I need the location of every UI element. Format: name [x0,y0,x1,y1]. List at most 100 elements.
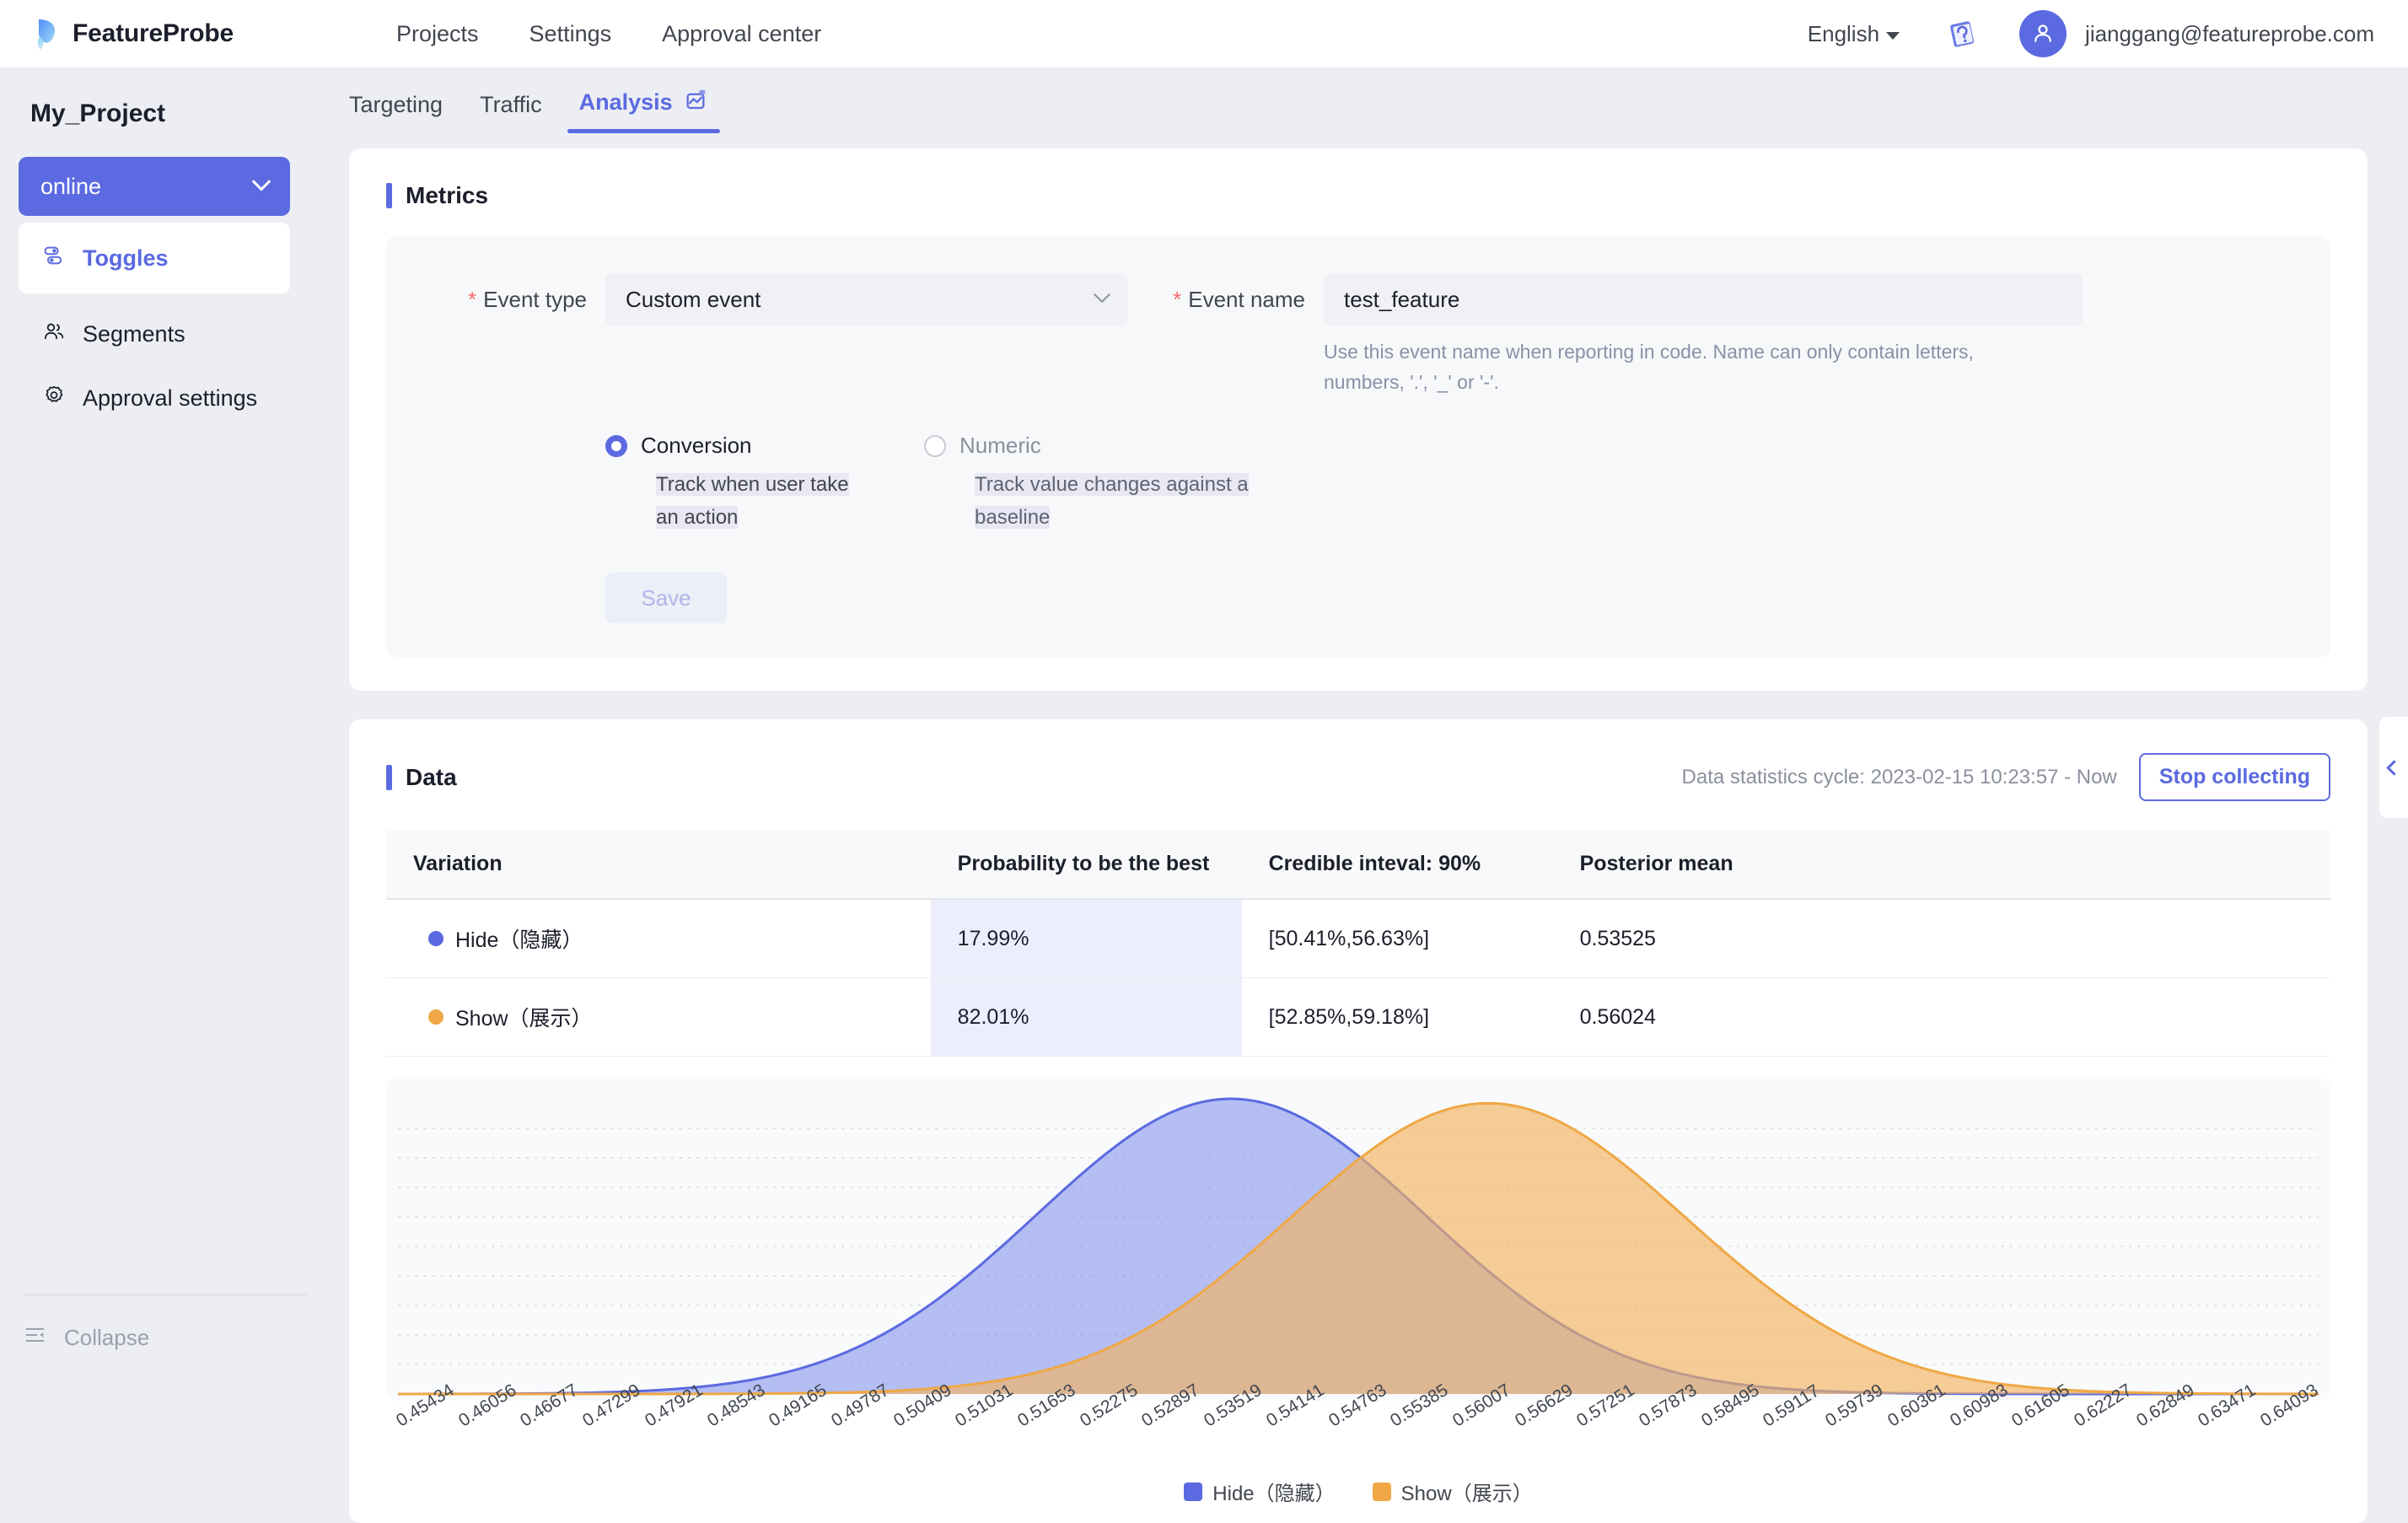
tab-label: Targeting [349,92,443,117]
nav-right-cluster: English jianggang@featureprobe.com [1808,10,2374,57]
featureprobe-logo-icon [30,14,69,53]
cell-variation: Show（展示） [386,977,931,1057]
brand-name: FeatureProbe [73,19,234,47]
cell-posterior-mean: 0.56024 [1552,977,2330,1057]
tab-analysis[interactable]: Analysis [561,87,727,133]
gear-icon [42,384,66,413]
collapse-label: Collapse [64,1324,150,1350]
sidebar-footer: Collapse [0,1294,331,1380]
nav-link-projects[interactable]: Projects [396,21,479,47]
language-label: English [1807,20,1880,46]
chart-series-area [398,1103,2319,1395]
event-name-hint: Use this event name when reporting in co… [1324,341,1974,393]
tab-bar: Targeting Traffic Analysis [331,67,2408,133]
sidebar-menu-card: Toggles [19,223,290,293]
sidebar-item-toggles[interactable]: Toggles [19,234,290,282]
table-row: Show（展示） 82.01% [52.85%,59.18%] 0.56024 [386,977,2330,1057]
event-name-column: Use this event name when reporting in co… [1324,273,2083,397]
chart-legend-item[interactable]: Show（展示） [1372,1477,1533,1506]
tab-label: Analysis [578,89,673,115]
nav-link-approval-center[interactable]: Approval center [662,21,821,47]
variation-chip: Show（展示） [413,1002,931,1032]
variation-color-dot [428,1009,443,1025]
conversion-radio-line[interactable]: Conversion [605,433,858,459]
sidebar-item-approval-settings[interactable]: Approval settings [42,374,331,422]
conversion-label: Conversion [641,433,752,459]
save-button[interactable]: Save [605,573,727,624]
main-content: Targeting Traffic Analysis Metrics * Eve… [331,67,2408,1523]
event-type-select[interactable]: Custom event [605,273,1128,326]
nav-link-settings[interactable]: Settings [529,21,612,47]
chevron-down-icon [251,172,271,191]
stop-collecting-button[interactable]: Stop collecting [2138,753,2330,802]
title-accent-bar [386,764,392,790]
cell-credible-interval: [50.41%,56.63%] [1241,899,1553,979]
cell-credible-interval: [52.85%,59.18%] [1241,977,1553,1057]
results-table-head: Variation Probability to be the best Cre… [386,830,2330,901]
conversion-option[interactable]: Conversion Track when user take an actio… [605,433,858,534]
tab-label: Traffic [480,92,542,117]
event-name-label: * Event name [1128,273,1305,313]
numeric-radio[interactable] [924,434,946,457]
required-asterisk: * [468,287,477,312]
table-header-row: Variation Probability to be the best Cre… [386,830,2330,901]
cell-posterior-mean: 0.53525 [1552,899,2330,979]
legend-label: Hide（隐藏） [1212,1483,1336,1506]
numeric-label: Numeric [959,433,1041,459]
help-icon[interactable] [1943,15,1981,52]
legend-color-chip [1184,1482,1203,1501]
sidebar-item-label: Toggles [83,245,169,271]
variation-name: Hide（隐藏） [455,928,583,953]
cell-probability: 17.99% [930,899,1242,979]
drawer-toggle-button[interactable] [2379,717,2408,818]
chevron-down-icon [1886,31,1900,40]
required-asterisk: * [1173,287,1182,312]
legend-color-chip [1372,1482,1391,1501]
metrics-card-title: Metrics [386,182,2330,209]
event-type-label: * Event type [427,273,587,313]
chevron-down-icon [1094,286,1110,304]
metrics-title: Metrics [406,182,489,208]
conversion-description: Track when user take an action [656,473,849,529]
metrics-form: *Event type Custom event *Event name Use… [386,236,2330,658]
collapse-sidebar-button[interactable]: Collapse [0,1295,331,1380]
chart-x-axis-labels: 0.45434 0.46056 0.46677 0.47299 0.47921 0.485… [386,1380,2330,1473]
variation-name: Show（展示） [455,1007,593,1031]
metrics-card: Metrics * Event type Custom event * Event … [349,148,2368,692]
avatar[interactable] [2019,10,2067,57]
brand[interactable]: FeatureProbe [30,14,309,53]
environment-selector[interactable]: online [19,157,290,216]
col-posterior-mean: Posterior mean [1552,830,2330,901]
data-card: Data Data statistics cycle: 2023-02-15 1… [349,719,2368,1523]
toggles-icon [42,244,66,273]
cell-probability: 82.01% [930,977,1242,1057]
event-type-label-text: Event type [483,287,587,312]
event-name-input[interactable] [1324,273,2083,326]
cell-variation: Hide（隐藏） [386,899,931,979]
sidebar-item-segments[interactable]: Segments [42,310,331,358]
sidebar-item-label: Segments [83,320,185,347]
variation-chip: Hide（隐藏） [413,923,931,954]
col-credible-interval: Credible inteval: 90% [1241,830,1553,901]
chart-legend-item[interactable]: Hide（隐藏） [1184,1477,1336,1506]
variation-color-dot [428,931,443,947]
sidebar-item-label: Approval settings [83,385,258,411]
data-card-header-right: Data statistics cycle: 2023-02-15 10:23:… [1682,753,2330,802]
data-card-header: Data Data statistics cycle: 2023-02-15 1… [386,753,2330,802]
tab-traffic[interactable]: Traffic [461,92,561,133]
conversion-radio[interactable] [605,434,627,457]
legend-label: Show（展示） [1400,1483,1533,1506]
users-icon [42,320,66,349]
metrics-field-row: *Event type Custom event *Event name Use… [427,273,2290,397]
tab-targeting[interactable]: Targeting [331,92,461,133]
data-card-title: Data [386,764,457,791]
project-title: My_Project [30,100,166,127]
numeric-option[interactable]: Numeric Track value changes against a ba… [924,433,1278,534]
language-selector[interactable]: English [1808,21,1900,47]
event-name-label-text: Event name [1188,287,1305,312]
numeric-radio-line[interactable]: Numeric [924,433,1278,459]
chart-canvas [398,1097,2319,1396]
user-email[interactable]: jianggang@featureprobe.com [2085,21,2374,47]
